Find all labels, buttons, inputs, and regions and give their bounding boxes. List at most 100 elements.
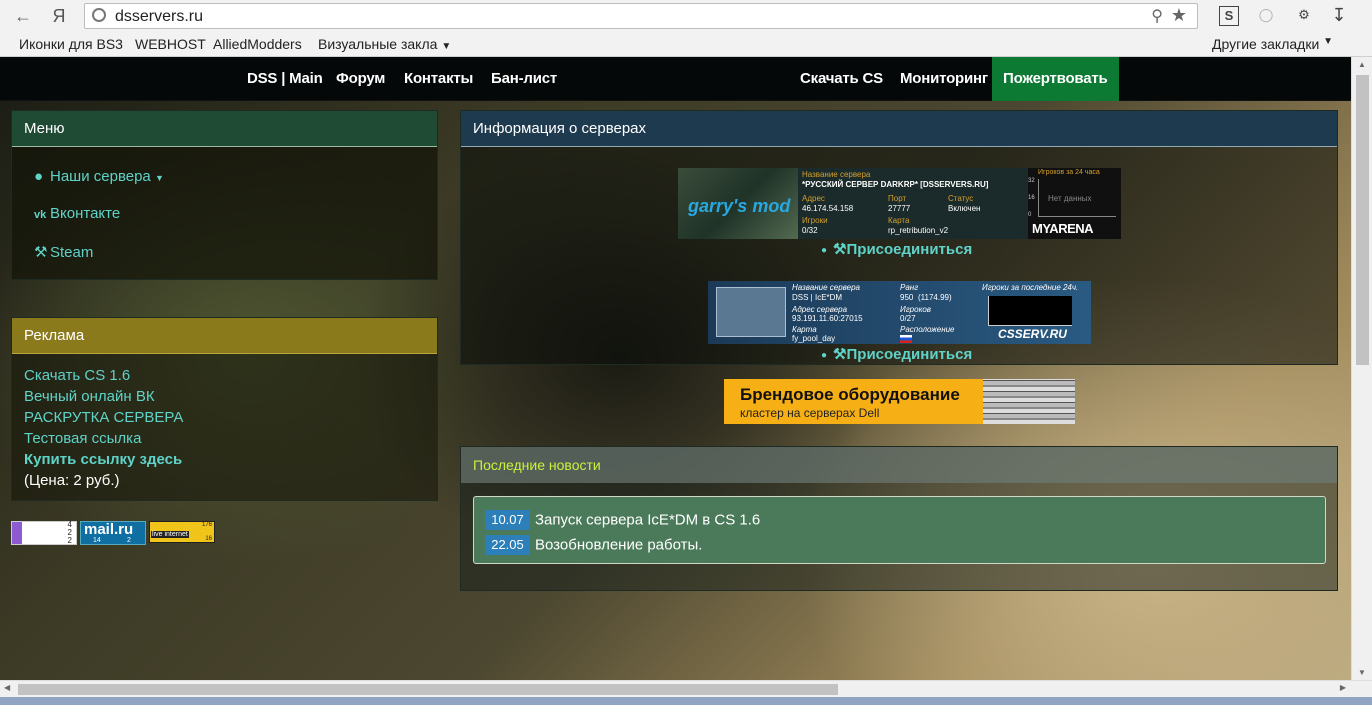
gmod-info: Название сервера *РУССКИЙ СЕРВЕР DARKRP*…	[798, 168, 1028, 239]
news-date: 10.07	[485, 510, 530, 530]
page-viewport: DSS | Main Форум Контакты Бан-лист Скача…	[0, 57, 1351, 680]
yandex-metrika-counter[interactable]: 422	[11, 521, 77, 545]
horizontal-scroll-thumb[interactable]	[18, 684, 838, 695]
menu-item-servers[interactable]: ● Наши сервера ▼	[34, 168, 164, 185]
map-preview	[716, 287, 786, 337]
download-icon[interactable]: ↧	[1329, 6, 1349, 26]
li-stat: 16	[205, 536, 212, 542]
ads-panel: Реклама Скачать CS 1.6 Вечный онлайн ВК …	[11, 317, 438, 501]
li-stat: 176	[201, 522, 212, 528]
mailru-counter[interactable]: mail.ru 14 2	[80, 521, 146, 545]
other-bookmarks-label: Другие закладки	[1212, 36, 1320, 52]
top-navbar: DSS | Main Форум Контакты Бан-лист Скача…	[0, 57, 1351, 101]
os-taskbar	[0, 697, 1372, 705]
shield-icon[interactable]: ◯	[1256, 6, 1276, 26]
ad-buy-link[interactable]: Купить ссылку здесь	[24, 451, 182, 468]
promo-title: Брендовое оборудование	[740, 385, 960, 404]
bookmark-item[interactable]: AlliedModders	[213, 36, 302, 52]
menu-panel: Меню ● Наши сервера ▼ vk Вконтакте ⚒ Steam	[11, 110, 438, 280]
nav-download-cs[interactable]: Скачать CS	[800, 57, 883, 101]
horizontal-scrollbar[interactable]: ◀ ▶	[0, 680, 1372, 697]
vertical-scroll-thumb[interactable]	[1356, 75, 1369, 365]
server-rack-image	[983, 379, 1075, 424]
ad-link-vk-online[interactable]: Вечный онлайн ВК	[24, 388, 155, 405]
mailru-logo: mail.ru	[84, 521, 134, 538]
gmod-graph: Игроков за 24 часа 32 16 0 Нет данных MY…	[1028, 168, 1121, 239]
chevron-down-icon: ▼	[1323, 36, 1334, 47]
menu-item-steam[interactable]: ⚒ Steam	[34, 243, 93, 261]
scroll-right-icon[interactable]: ▶	[1340, 683, 1346, 692]
join-cs-button[interactable]: ● ⚒Присоединиться	[821, 345, 972, 363]
news-text: Возобновление работы.	[535, 536, 703, 554]
wrench-icon: ⚒	[833, 241, 847, 258]
scroll-left-icon[interactable]: ◀	[4, 683, 10, 692]
ad-link-test[interactable]: Тестовая ссылка	[24, 430, 141, 447]
bullet-icon: ●	[821, 349, 828, 361]
extension-s-icon[interactable]: S	[1219, 6, 1239, 26]
cs-server-banner[interactable]: Название сервера DSS | IcE*DM Ранг 950 (…	[708, 281, 1091, 344]
menu-item-vk[interactable]: vk Вконтакте	[34, 205, 120, 222]
liveinternet-logo: live internet	[151, 531, 189, 538]
metrika-stats: 422	[67, 520, 72, 545]
yandex-icon[interactable]: Я	[48, 5, 70, 27]
globe-icon: ●	[34, 168, 44, 185]
vk-icon: vk	[34, 209, 47, 221]
scroll-down-icon[interactable]: ▼	[1358, 668, 1366, 677]
bookmark-folder-label: Визуальные закла	[318, 36, 438, 52]
liveinternet-counter[interactable]: live internet 176 16	[149, 521, 215, 543]
metrika-logo-icon	[12, 522, 22, 544]
news-item[interactable]: 22.05 Возобновление работы.	[485, 535, 702, 555]
nav-donate-button[interactable]: Пожертвовать	[992, 57, 1119, 101]
csserv-logo: CSSERV.RU	[998, 327, 1067, 341]
chevron-down-icon: ▼	[441, 41, 452, 52]
nav-forum[interactable]: Форум	[336, 57, 385, 101]
steam-icon: ⚒	[34, 244, 48, 261]
nav-contacts[interactable]: Контакты	[404, 57, 473, 101]
vertical-scrollbar[interactable]: ▲ ▼	[1351, 57, 1372, 680]
menu-item-label: Наши сервера	[50, 168, 151, 185]
zoom-icon[interactable]: ⚲	[1151, 6, 1163, 26]
bookmark-star-icon[interactable]: ★	[1171, 5, 1187, 26]
gmod-logo: garry's mod	[688, 196, 791, 216]
join-gmod-button[interactable]: ● ⚒Присоединиться	[821, 240, 972, 258]
servers-panel: Информация о серверах garry's mod Назван…	[460, 110, 1338, 365]
ad-link-download-cs[interactable]: Скачать CS 1.6	[24, 367, 130, 384]
gmod-logo-area: garry's mod	[678, 168, 798, 239]
bookmark-folder[interactable]: Визуальные закла ▼	[318, 36, 451, 52]
bookmark-item[interactable]: WEBHOST	[135, 36, 206, 52]
scroll-up-icon[interactable]: ▲	[1358, 60, 1366, 69]
gmod-server-banner[interactable]: garry's mod Название сервера *РУССКИЙ СЕ…	[678, 168, 1121, 239]
bullet-icon: ●	[821, 244, 828, 256]
mailru-stat: 2	[127, 537, 131, 544]
wrench-icon: ⚒	[833, 346, 847, 363]
url-text: dsservers.ru	[115, 8, 204, 25]
news-panel: Последние новости 10.07 Запуск сервера Ic…	[460, 446, 1338, 591]
bookmarks-bar: Иконки для BS3 WEBHOST AlliedModders Виз…	[0, 32, 1372, 56]
menu-item-label: Вконтакте	[50, 205, 121, 222]
mailru-stat: 14	[93, 537, 101, 544]
news-list: 10.07 Запуск сервера IcE*DM в CS 1.6 22.0…	[473, 496, 1326, 564]
ads-title: Реклама	[12, 318, 437, 354]
join-label: Присоединиться	[846, 346, 973, 363]
news-item[interactable]: 10.07 Запуск сервера IcE*DM в CS 1.6	[485, 510, 760, 530]
menu-title: Меню	[12, 111, 437, 147]
ad-link-server-promo[interactable]: РАСКРУТКА СЕРВЕРА	[24, 409, 183, 426]
browser-toolbar: ← Я dsservers.ru ⚲ ★ S ◯ ⚙ ↧ Иконки для …	[0, 0, 1372, 57]
nav-dss-main[interactable]: DSS | Main	[247, 57, 323, 101]
address-bar[interactable]: dsservers.ru ⚲ ★	[84, 3, 1198, 29]
join-label: Присоединиться	[846, 241, 973, 258]
news-text: Запуск сервера IcE*DM в CS 1.6	[535, 511, 761, 529]
nav-banlist[interactable]: Бан-лист	[491, 57, 557, 101]
nav-monitoring[interactable]: Мониторинг	[900, 57, 988, 101]
dell-promo-banner[interactable]: Брендовое оборудование кластер на сервер…	[724, 379, 1075, 424]
page-info-icon[interactable]	[92, 8, 106, 22]
other-bookmarks[interactable]: Другие закладки ▼	[1212, 36, 1333, 52]
news-title: Последние новости	[461, 447, 1337, 483]
news-date: 22.05	[485, 535, 530, 555]
servers-title: Информация о серверах	[461, 111, 1337, 147]
myarena-logo: MYARENA	[1032, 221, 1094, 236]
extension-icon[interactable]: ⚙	[1294, 6, 1314, 26]
back-icon[interactable]: ←	[12, 5, 34, 27]
bookmark-item[interactable]: Иконки для BS3	[19, 36, 123, 52]
cs-graph	[988, 296, 1072, 326]
